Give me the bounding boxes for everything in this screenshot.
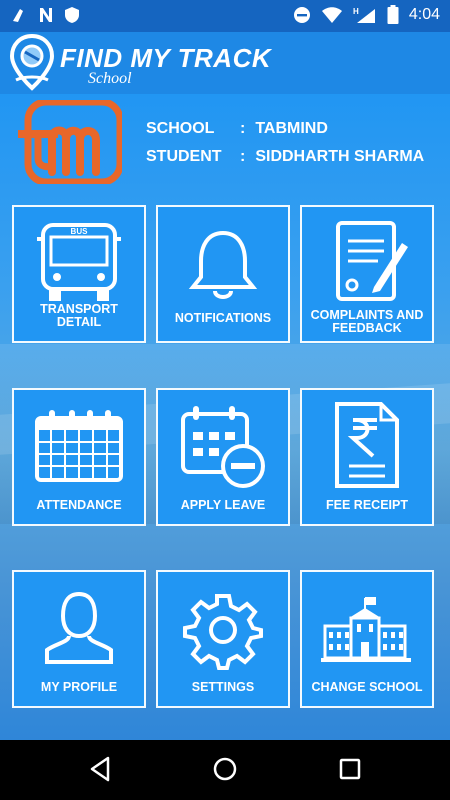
tile-complaints-feedback[interactable]: COMPLAINTS AND FEEDBACK <box>300 205 434 343</box>
tile-label: FEE RECEIPT <box>326 498 408 512</box>
tile-my-profile[interactable]: MY PROFILE <box>12 570 146 708</box>
android-nav-bar <box>0 740 450 800</box>
battery-icon <box>387 5 399 24</box>
dashboard-content: SCHOOL : TABMIND STUDENT : SIDDHARTH SHA… <box>0 94 450 740</box>
calendar-minus-icon <box>181 406 265 488</box>
bus-sign-text: BUS <box>71 227 89 236</box>
tile-fee-receipt[interactable]: FEE RECEIPT <box>300 388 434 526</box>
tile-attendance[interactable]: ATTENDANCE <box>12 388 146 526</box>
n-notification-icon <box>40 8 52 22</box>
tile-label: TRANSPORT DETAIL <box>40 302 118 329</box>
school-separator: : <box>240 120 246 137</box>
tile-label: ATTENDANCE <box>36 498 122 512</box>
student-separator: : <box>240 148 246 165</box>
student-value: SIDDHARTH SHARMA <box>255 148 425 165</box>
calendar-icon <box>35 410 123 482</box>
tile-apply-leave[interactable]: APPLY LEAVE <box>156 388 290 526</box>
tile-notifications[interactable]: NOTIFICATIONS <box>156 205 290 343</box>
do-not-disturb-icon <box>293 7 310 23</box>
wifi-icon <box>321 7 342 23</box>
school-building-icon <box>321 597 411 662</box>
home-icon[interactable] <box>212 756 238 782</box>
recent-apps-icon[interactable] <box>338 756 362 782</box>
rupee-receipt-icon <box>335 402 399 488</box>
gear-icon <box>183 594 263 670</box>
status-left-icons <box>10 6 80 24</box>
svg-text:H: H <box>353 7 359 16</box>
app-subtitle: School <box>88 70 132 87</box>
app-header: FIND MY TRACK School <box>0 32 450 94</box>
tile-transport-detail[interactable]: BUS TRANSPORT DETAIL <box>12 205 146 343</box>
status-right-icons: H 4:04 <box>293 5 440 25</box>
tile-label: SETTINGS <box>191 680 255 694</box>
school-value: TABMIND <box>255 120 328 137</box>
bell-icon <box>188 230 258 299</box>
shield-icon <box>65 7 79 23</box>
document-pen-icon <box>336 221 408 301</box>
signal-h-icon: H <box>353 7 375 23</box>
tile-change-school[interactable]: CHANGE SCHOOL <box>300 570 434 708</box>
tile-label: COMPLAINTS AND FEEDBACK <box>310 308 424 335</box>
app-logo-pin-icon <box>9 34 55 91</box>
status-bar: H 4:04 <box>0 0 450 32</box>
student-label: STUDENT <box>146 148 222 165</box>
person-icon <box>45 591 113 664</box>
status-time: 4:04 <box>408 6 440 23</box>
broom-icon <box>13 9 23 22</box>
school-logo <box>18 100 122 184</box>
school-label: SCHOOL <box>146 120 215 137</box>
back-icon[interactable] <box>88 756 112 782</box>
bus-icon: BUS <box>37 223 121 301</box>
student-info-row: STUDENT : SIDDHARTH SHARMA <box>146 148 424 166</box>
tile-label: MY PROFILE <box>40 680 118 694</box>
tile-label: NOTIFICATIONS <box>174 311 272 325</box>
tile-label: APPLY LEAVE <box>180 498 266 512</box>
school-info-row: SCHOOL : TABMIND <box>146 120 328 138</box>
tile-label: CHANGE SCHOOL <box>311 680 423 694</box>
tile-settings[interactable]: SETTINGS <box>156 570 290 708</box>
